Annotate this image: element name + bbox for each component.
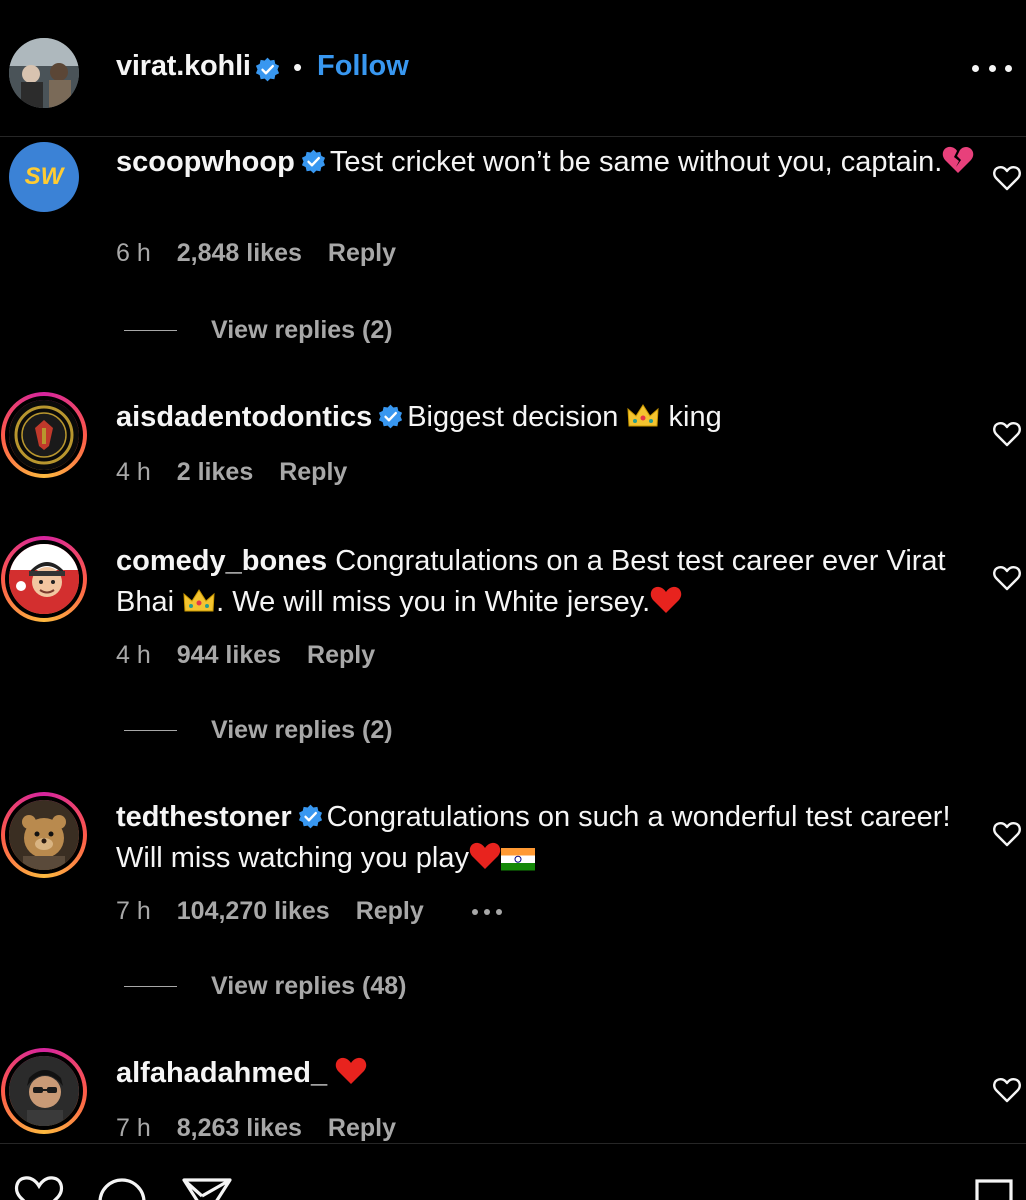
- like-heart-icon[interactable]: [993, 821, 1021, 847]
- reply-button[interactable]: Reply: [356, 897, 424, 925]
- verified-badge-icon: [255, 57, 280, 82]
- comment-icon[interactable]: [96, 1176, 148, 1200]
- commenter-avatar[interactable]: SW: [9, 142, 79, 212]
- comment-meta: 4 h 944 likes Reply: [116, 641, 401, 670]
- comment-meta: 6 h 2,848 likes Reply: [116, 239, 422, 268]
- comment-item: tedthestoner Congratulations on such a wo…: [0, 792, 1026, 1012]
- crown-icon: [627, 404, 660, 427]
- comment-meta: 7 h 8,263 likes Reply: [116, 1114, 422, 1143]
- like-heart-icon[interactable]: [993, 1077, 1021, 1103]
- comment-text: tedthestoner Congratulations on such a wo…: [116, 797, 976, 879]
- comment-time: 4 h: [116, 458, 151, 486]
- comment-text: aisdadentodontics Biggest decision king: [116, 397, 976, 438]
- red-heart-icon: [335, 1057, 367, 1084]
- view-replies-button[interactable]: View replies (48): [124, 972, 406, 1001]
- post-header: virat.kohli • Follow: [0, 0, 1026, 137]
- view-replies-button[interactable]: View replies (2): [124, 716, 393, 745]
- commenter-avatar[interactable]: [1, 392, 87, 478]
- separator-dot: •: [293, 52, 303, 82]
- comment-text: comedy_bones Congratulations on a Best t…: [116, 541, 976, 623]
- broken-heart-icon: [943, 146, 974, 173]
- comment-options-icon[interactable]: [471, 909, 502, 916]
- comment-body-before: Biggest decision: [407, 401, 619, 433]
- comment-body: Test cricket won’t be same without you, …: [329, 146, 943, 178]
- comment-time: 7 h: [116, 1114, 151, 1142]
- author-username[interactable]: virat.kohli: [116, 50, 251, 83]
- comment-item: comedy_bones Congratulations on a Best t…: [0, 536, 1026, 756]
- follow-button[interactable]: Follow: [317, 50, 409, 83]
- view-replies-label: View replies (2): [211, 316, 393, 344]
- commenter-username[interactable]: scoopwhoop: [116, 146, 295, 178]
- reply-button[interactable]: Reply: [307, 641, 375, 669]
- post-action-bar: [0, 1143, 1026, 1200]
- replies-divider: [124, 330, 177, 331]
- red-heart-icon: [650, 586, 682, 613]
- comment-likes[interactable]: 8,263 likes: [177, 1114, 302, 1142]
- replies-divider: [124, 730, 177, 731]
- reply-button[interactable]: Reply: [328, 239, 396, 267]
- commenter-avatar[interactable]: [1, 536, 87, 622]
- like-heart-icon[interactable]: [993, 421, 1021, 447]
- like-heart-icon[interactable]: [993, 165, 1021, 191]
- commenter-avatar[interactable]: [1, 1048, 87, 1134]
- comment-likes[interactable]: 2,848 likes: [177, 239, 302, 267]
- avatar-logo-text: SW: [24, 163, 64, 190]
- view-replies-label: View replies (48): [211, 972, 407, 1000]
- red-heart-icon: [469, 842, 501, 869]
- commenter-username[interactable]: comedy_bones: [116, 545, 327, 577]
- comment-body-after: . We will miss you in White jersey.: [216, 586, 651, 618]
- comment-likes[interactable]: 2 likes: [177, 458, 253, 486]
- commenter-username[interactable]: aisdadentodontics: [116, 401, 372, 433]
- comment-text: scoopwhoop Test cricket won’t be same wit…: [116, 142, 976, 183]
- comment-item: aisdadentodontics Biggest decision king 4…: [0, 392, 1026, 502]
- comment-item: alfahadahmed_ 7 h 8,263 likes Reply: [0, 1048, 1026, 1143]
- comment-time: 6 h: [116, 239, 151, 267]
- like-heart-icon[interactable]: [993, 565, 1021, 591]
- share-icon[interactable]: [180, 1176, 234, 1200]
- save-bookmark-icon[interactable]: [972, 1176, 1016, 1200]
- commenter-avatar[interactable]: [1, 792, 87, 878]
- comment-body-after: king: [668, 401, 722, 433]
- comment-time: 7 h: [116, 897, 151, 925]
- comment-likes[interactable]: 104,270 likes: [177, 897, 330, 925]
- view-replies-button[interactable]: View replies (2): [124, 316, 393, 345]
- comment-meta: 4 h 2 likes Reply: [116, 458, 373, 487]
- comment-item: SW scoopwhoop Test cricket won’t be same …: [0, 142, 1026, 362]
- comment-text: alfahadahmed_: [116, 1053, 976, 1094]
- replies-divider: [124, 986, 177, 987]
- author-avatar[interactable]: [9, 38, 79, 108]
- commenter-username[interactable]: alfahadahmed_: [116, 1057, 327, 1089]
- reply-button[interactable]: Reply: [328, 1114, 396, 1142]
- verified-badge-icon: [301, 149, 325, 174]
- verified-badge-icon: [298, 804, 322, 829]
- india-flag-icon: [500, 848, 535, 871]
- crown-icon: [183, 589, 215, 612]
- view-replies-label: View replies (2): [211, 716, 393, 744]
- comment-time: 4 h: [116, 641, 151, 669]
- commenter-username[interactable]: tedthestoner: [116, 801, 292, 833]
- reply-button[interactable]: Reply: [279, 458, 347, 486]
- verified-badge-icon: [379, 404, 403, 429]
- comment-likes[interactable]: 944 likes: [177, 641, 281, 669]
- like-icon[interactable]: [14, 1176, 64, 1200]
- comment-meta: 7 h 104,270 likes Reply: [116, 897, 528, 926]
- more-options-icon[interactable]: [972, 56, 1012, 80]
